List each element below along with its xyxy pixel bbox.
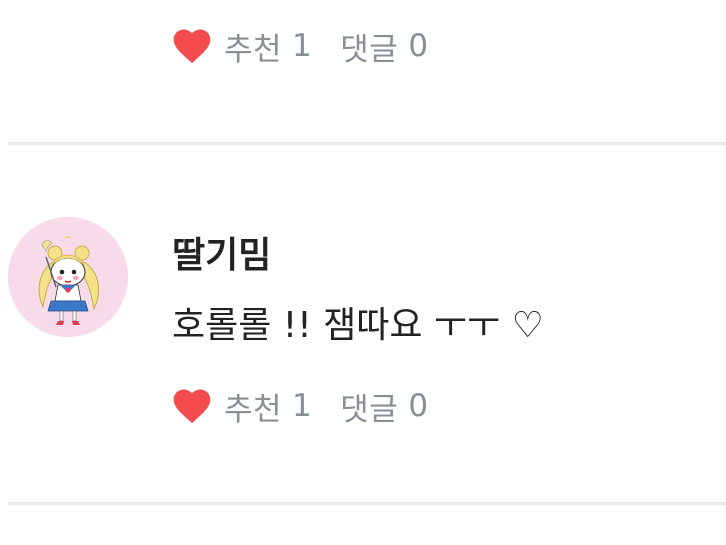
like-button[interactable]: 추천 1 — [170, 384, 312, 429]
like-label: 추천 — [224, 31, 283, 68]
comment-username[interactable]: 딸기밈 — [172, 226, 271, 278]
heart-icon — [170, 384, 214, 428]
comment-item: 딸기밈 호롤롤 !! 잼따요 ㅜㅜ ♡ 추천 1 댓글 0 — [0, 148, 726, 498]
like-count: 1 — [292, 388, 313, 424]
reply-label: 댓글 — [340, 391, 399, 428]
like-button[interactable]: 추천 1 — [170, 24, 312, 69]
reply-label: 댓글 — [340, 31, 399, 68]
comment-actions: 추천 1 댓글 0 — [170, 382, 429, 430]
comment-list: 추천 1 댓글 0 딸기밈 호롤롤 !! 잼따요 ㅜㅜ ♡ 추천 1 댓글 0 — [0, 0, 726, 545]
top-comment-actions: 추천 1 댓글 0 — [170, 22, 429, 70]
sailor-character-avatar-icon — [8, 217, 128, 337]
like-count: 1 — [292, 28, 313, 64]
reply-count: 0 — [408, 28, 429, 64]
comment-text: 호롤롤 !! 잼따요 ㅜㅜ ♡ — [172, 305, 544, 346]
divider — [8, 502, 726, 505]
reply-button[interactable]: 댓글 0 — [340, 24, 428, 69]
divider — [8, 142, 726, 145]
avatar[interactable] — [8, 217, 128, 337]
reply-button[interactable]: 댓글 0 — [340, 384, 428, 429]
heart-icon — [170, 24, 214, 68]
reply-count: 0 — [408, 388, 429, 424]
like-label: 추천 — [224, 391, 283, 428]
